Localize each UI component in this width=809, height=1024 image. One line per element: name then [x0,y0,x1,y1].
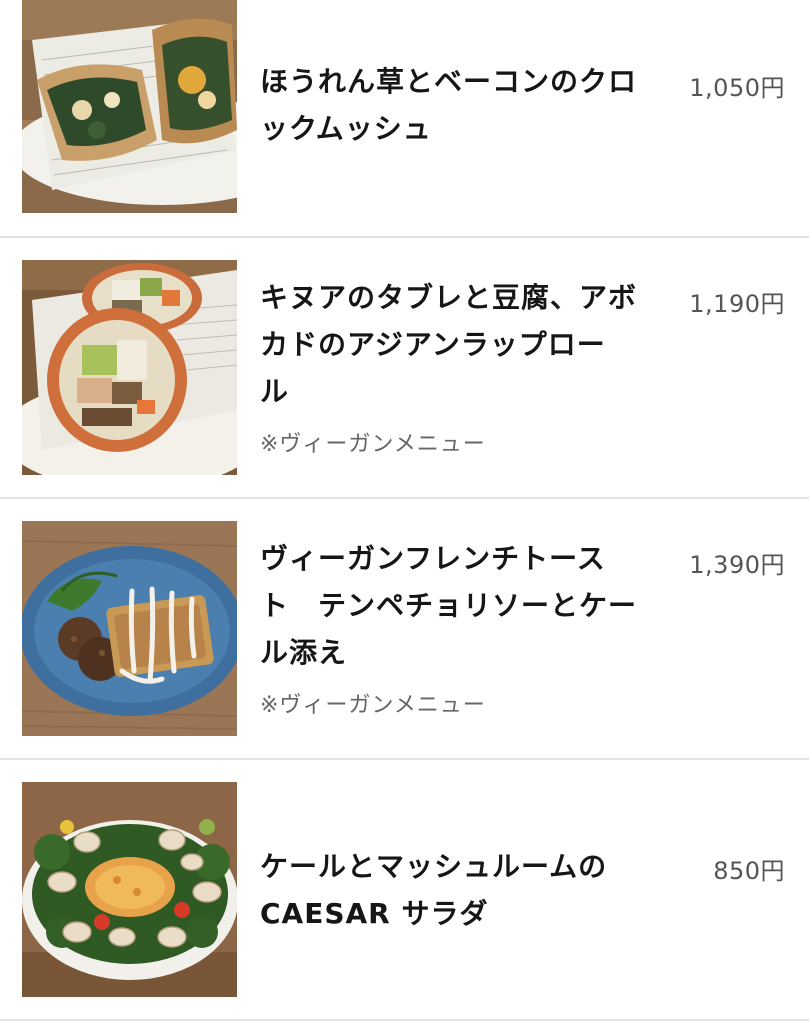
menu-item-photo [22,260,237,475]
vegan-note: ※ヴィーガンメニュー [260,693,486,718]
menu-item-photo [22,0,237,213]
menu-item-title: キヌアのタブレと豆腐、アボ カドのアジアンラップロー ル [260,281,638,408]
menu-item-price: 1,050円 [689,74,785,102]
menu-item-photo [22,782,237,997]
menu-item-photo [22,521,237,736]
menu-item-price: 850円 [713,857,785,885]
menu-item-price: 1,190円 [689,290,785,318]
vegan-note: ※ヴィーガンメニュー [260,432,486,457]
divider [0,1019,809,1021]
menu-item-price: 1,390円 [689,551,785,579]
menu-list: ほうれん草とベーコンのクロ ックムッシュ 1,050円 キヌアのタブレと豆腐、ア… [0,0,809,1024]
menu-item-title: ケールとマッシュルームの CAESAR サラダ [260,850,608,930]
menu-item-title: ヴィーガンフレンチトース ト テンペチョリソーとケー ル添え [260,542,638,669]
menu-item-quinoa-wrap[interactable]: キヌアのタブレと豆腐、アボ カドのアジアンラップロー ル 1,190円 ※ヴィー… [0,238,809,499]
menu-item-croque-monsieur[interactable]: ほうれん草とベーコンのクロ ックムッシュ 1,050円 [0,0,809,238]
menu-item-vegan-french-toast[interactable]: ヴィーガンフレンチトース ト テンペチョリソーとケー ル添え 1,390円 ※ヴ… [0,499,809,760]
menu-item-caesar-salad[interactable]: ケールとマッシュルームの CAESAR サラダ 850円 [0,760,809,1024]
menu-item-title: ほうれん草とベーコンのクロ ックムッシュ [260,65,638,145]
